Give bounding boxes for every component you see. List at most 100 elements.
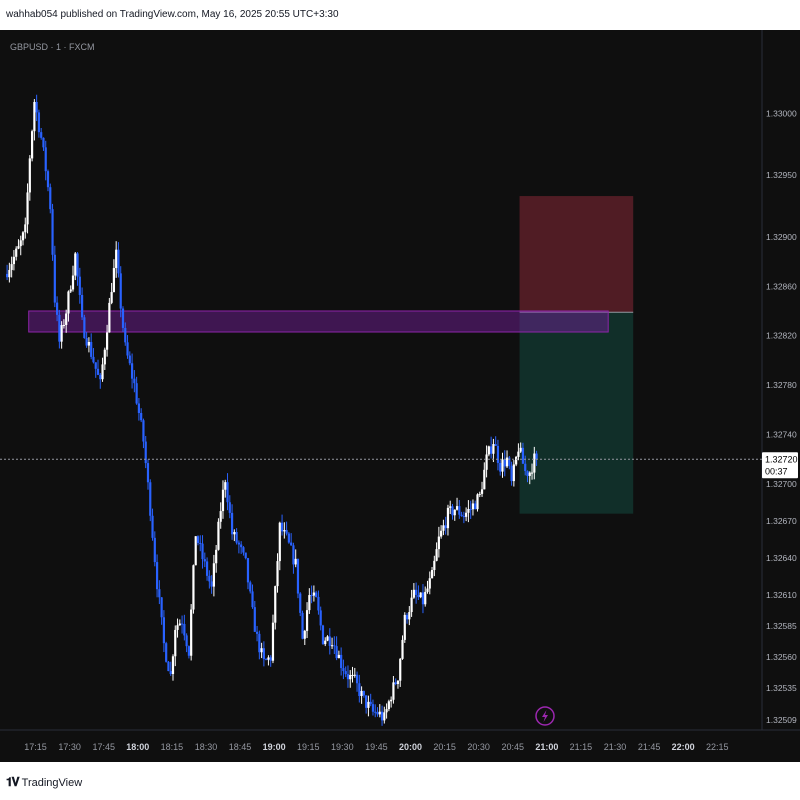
candle-body [285,530,288,534]
candle-body [446,507,450,529]
take-profit-zone[interactable] [519,312,634,514]
candle-body [230,512,234,535]
candle-body [387,701,390,710]
candle-body [535,453,538,460]
candle-body [462,516,465,518]
price-tick-label: 1.32740 [766,430,797,440]
time-tick-label: 20:15 [433,742,456,752]
candle-body [130,363,134,379]
candle-body [96,368,100,375]
candle-body [385,709,388,713]
supply-zone[interactable] [28,310,609,333]
candle-body [244,552,247,559]
candle-body [10,264,13,270]
candle-body [112,268,116,293]
candle-body [53,254,56,303]
candle-body [396,680,400,685]
candle-body [165,643,168,662]
candle-body [408,612,411,620]
candle-body [299,593,302,613]
candlestick-chart[interactable]: 1.33000 1.32950 1.32900 1.32860 1.32820 1.327… [0,30,800,762]
candle [108,297,111,333]
candle-body [74,253,77,276]
chart-background [0,30,800,762]
candle-body [117,249,120,274]
time-tick-label: 17:30 [58,742,81,752]
candle-body [269,657,272,661]
candle [217,518,220,551]
candle-body [333,645,336,647]
time-axis[interactable]: 17:15 17:30 17:45 18:00 18:15 18:30 18:45 19:00… [24,742,728,752]
candle-body [390,699,393,702]
candle-body [324,640,327,645]
candle-body [351,674,354,676]
candle-body [94,362,97,369]
candle-body [40,132,43,138]
stop-loss-zone[interactable] [519,196,634,313]
candle-body [340,654,343,669]
candle-body [219,511,222,522]
candle-body [24,224,27,233]
candle-body [283,530,286,532]
candle-body [217,521,220,550]
candle-body [449,506,452,508]
candle-body [444,525,447,529]
price-tick-label: 1.32860 [766,281,797,291]
candle-body [187,646,190,656]
candle-body [294,558,297,565]
candle-body [344,671,347,675]
candle-body [337,654,340,659]
candle-body [471,503,475,510]
candle-body [30,131,34,159]
candle-body [71,275,75,290]
chart-area[interactable]: 1.33000 1.32950 1.32900 1.32860 1.32820 1.327… [0,30,800,762]
candle [403,612,406,643]
candle-body [428,578,431,589]
candle-body [171,656,175,675]
candle-body [383,712,386,721]
candle-body [460,514,463,517]
candle-body [135,383,138,404]
candle-body [62,324,66,326]
candle-body [469,508,472,510]
candle [190,604,193,661]
candle-body [233,532,236,535]
price-tick-label: 1.33000 [766,108,797,118]
time-tick-label: 20:30 [467,742,490,752]
candle-body [87,342,91,346]
candle-body [515,456,518,465]
symbol-label: GBPUSD · 1 · FXCM [10,42,95,52]
tradingview-brand[interactable]: 𝟏𝐕 TradingView [6,775,82,790]
candle-body [55,302,59,315]
candle [51,203,54,261]
candle-body [101,364,104,380]
candle-body [42,137,45,148]
candle-body [260,648,263,653]
candle-body [517,451,520,457]
candle-body [119,273,122,309]
candle-body [274,586,277,623]
candle-body [185,635,188,647]
candle-body [433,560,436,571]
candle [192,564,195,614]
time-tick-label: 17:45 [92,742,115,752]
candle-body [210,581,213,587]
candle-body [490,446,493,454]
candle-body [308,595,311,611]
candle [49,183,52,214]
candle [287,532,290,544]
candle-body [394,682,397,685]
published-info: wahhab054 published on TradingView.com, … [6,9,339,20]
candle-body [349,674,352,680]
candle-body [465,512,468,517]
candle-body [430,570,434,579]
candle-body [169,671,172,675]
candle-body [458,506,461,515]
candle-body [305,610,309,631]
candle-body [60,325,63,342]
candle-body [199,542,202,544]
price-tick-label: 1.32509 [766,715,797,725]
candle-body [153,537,156,563]
candle-body [421,592,425,605]
candle-body [419,592,422,598]
